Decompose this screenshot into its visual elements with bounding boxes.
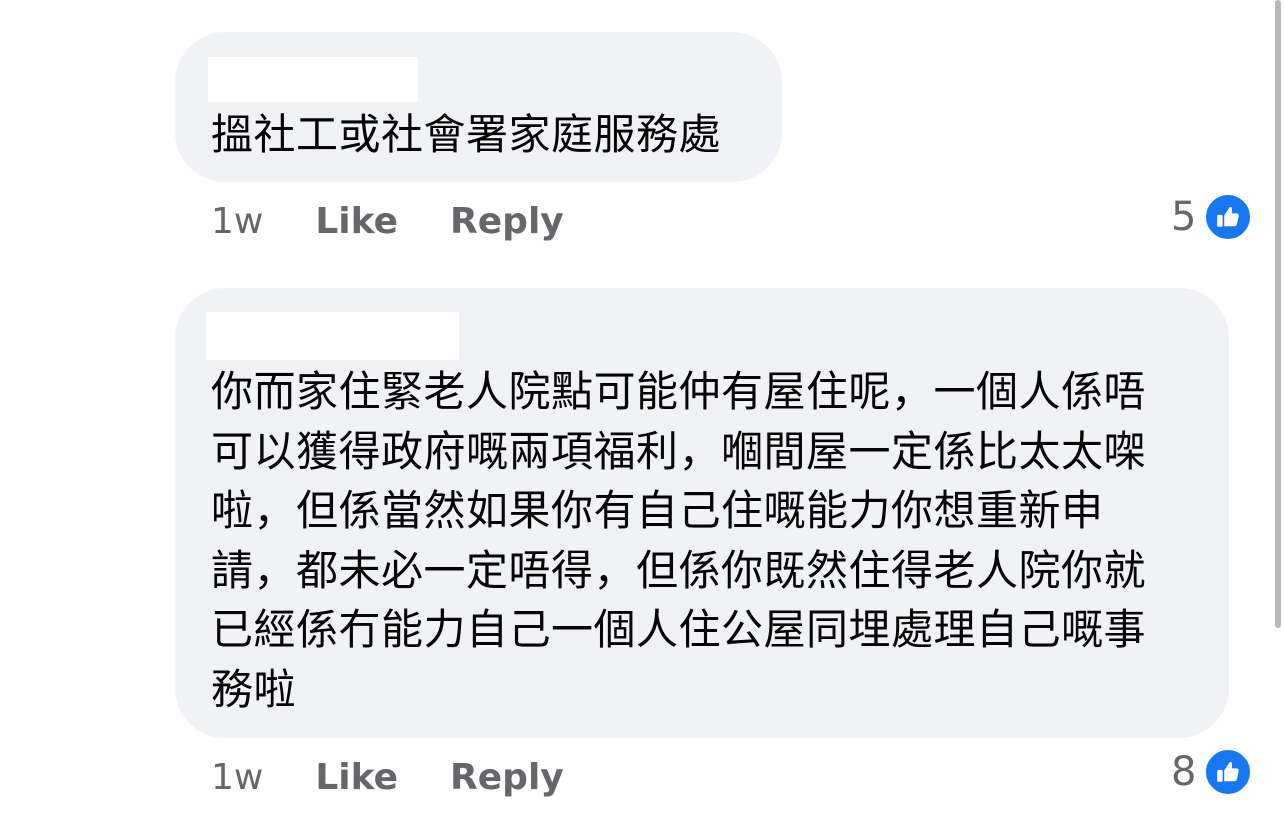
comment-thread: 搵社工或社會署家庭服務處 1w Like Reply 5 你而家住緊老人院點可能… xyxy=(0,0,1284,821)
reaction-summary[interactable]: 5 xyxy=(1171,191,1253,243)
comment-timestamp[interactable]: 1w xyxy=(211,757,263,798)
scrollbar[interactable] xyxy=(1272,0,1284,821)
thumbs-up-icon xyxy=(1204,748,1253,796)
reaction-count: 5 xyxy=(1171,194,1197,240)
reaction-count: 8 xyxy=(1171,749,1197,795)
redacted-author-name xyxy=(206,312,459,360)
comment-timestamp[interactable]: 1w xyxy=(211,201,263,242)
reply-button[interactable]: Reply xyxy=(450,757,564,798)
scrollbar-thumb[interactable] xyxy=(1275,0,1281,628)
like-button[interactable]: Like xyxy=(315,757,398,798)
reaction-summary[interactable]: 8 xyxy=(1171,746,1253,798)
comment-meta: 1w Like Reply xyxy=(211,752,564,802)
comment-text: 搵社工或社會署家庭服務處 xyxy=(211,110,722,159)
comment-text: 你而家住緊老人院點可能仲有屋住呢，一個人係唔 可以獲得政府嘅兩項福利，嗰間屋一定… xyxy=(211,367,1147,714)
comment-meta: 1w Like Reply xyxy=(211,196,564,246)
like-button[interactable]: Like xyxy=(315,201,398,242)
redacted-author-name xyxy=(208,57,418,102)
reply-button[interactable]: Reply xyxy=(450,201,564,242)
thumbs-up-icon xyxy=(1204,193,1253,241)
